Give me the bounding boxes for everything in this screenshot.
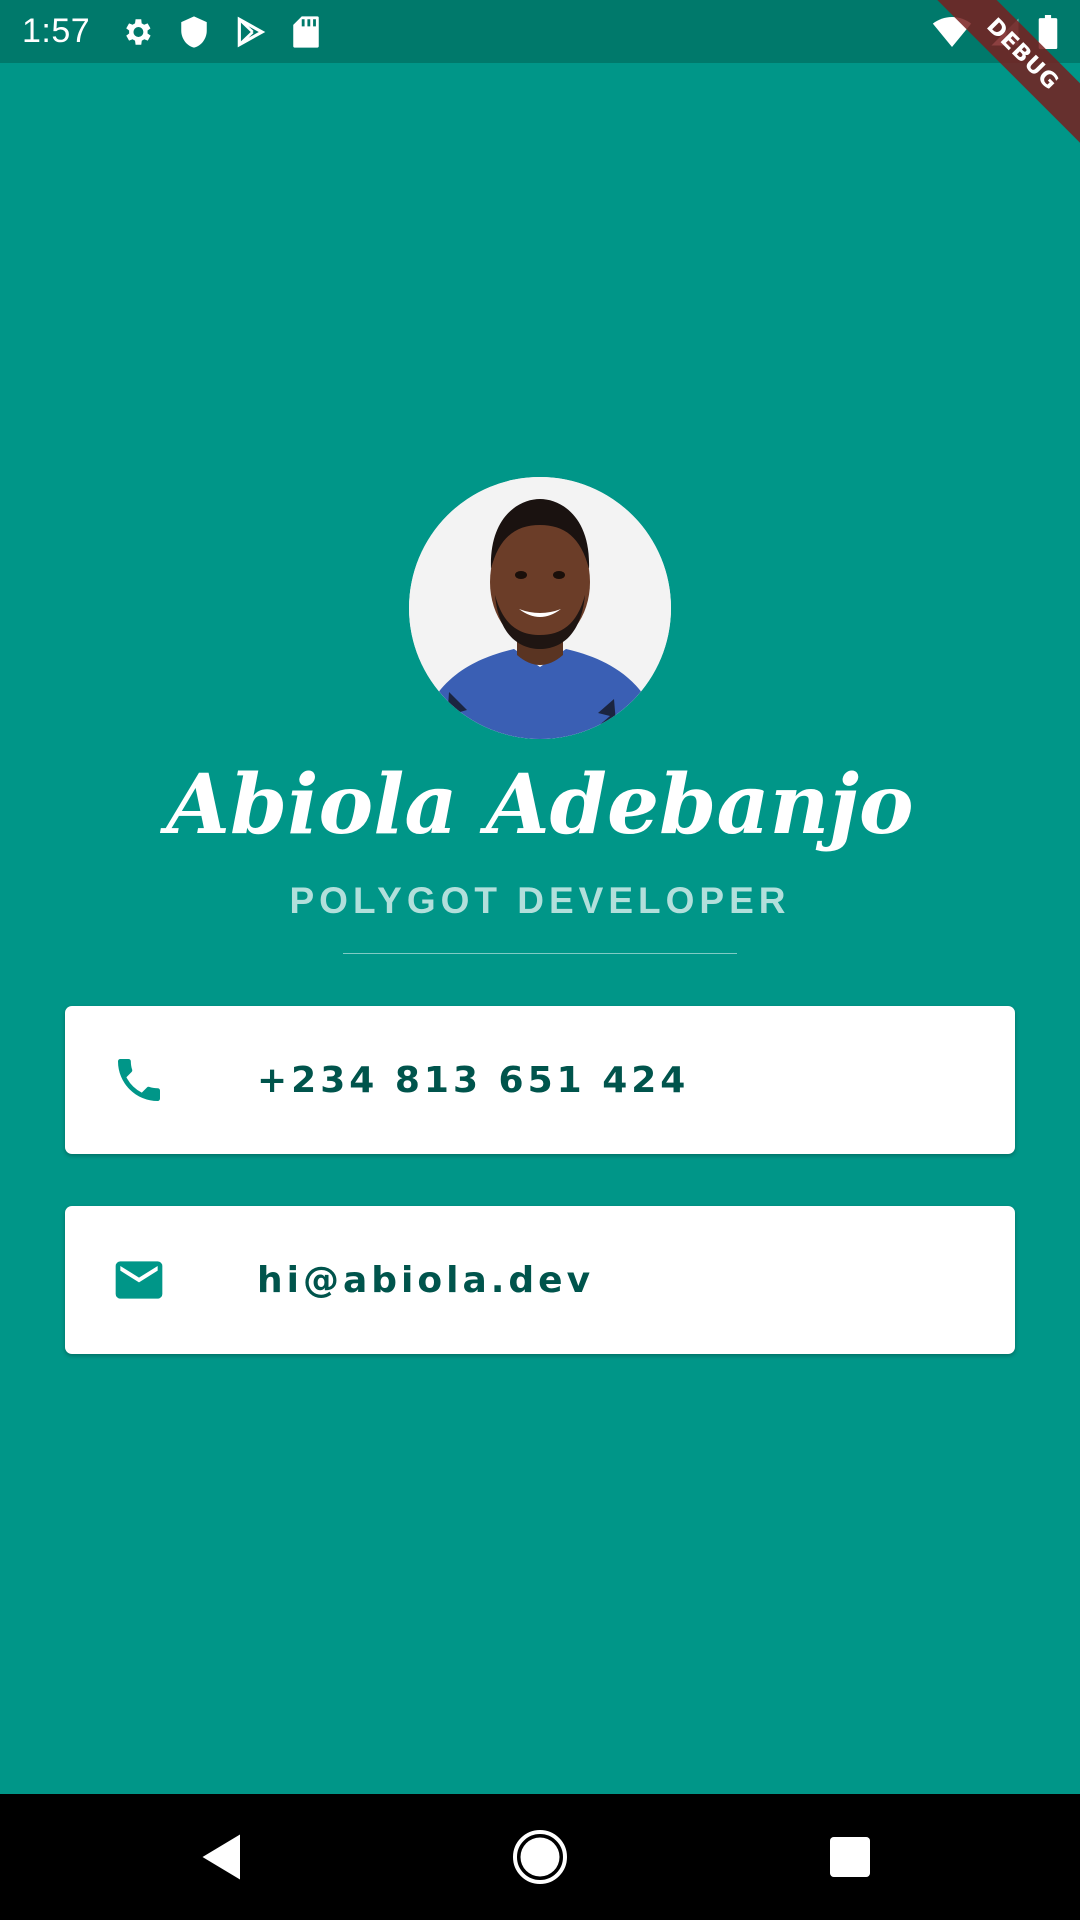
mail-icon — [111, 1252, 167, 1308]
battery-icon — [1038, 14, 1058, 49]
back-icon[interactable] — [195, 1827, 255, 1887]
shield-icon — [179, 15, 209, 49]
email-card[interactable]: hi@abiola.dev — [65, 1206, 1015, 1354]
divider — [343, 953, 737, 954]
recents-icon[interactable] — [820, 1827, 880, 1887]
avatar — [409, 477, 671, 739]
wifi-icon — [932, 16, 972, 48]
settings-icon — [120, 15, 154, 49]
navigation-bar — [0, 1794, 1080, 1920]
profile-title: POLYGOT DEVELOPER — [289, 880, 791, 921]
phone-number: +234 813 651 424 — [257, 1059, 690, 1101]
sd-card-icon — [291, 15, 321, 49]
status-icons-left — [120, 15, 321, 49]
status-icons-right — [932, 0, 1058, 63]
home-icon[interactable] — [510, 1827, 570, 1887]
profile-name: Abiola Adebanjo — [166, 757, 914, 853]
status-time: 1:57 — [22, 12, 91, 50]
email-address: hi@abiola.dev — [257, 1259, 595, 1301]
phone-card[interactable]: +234 813 651 424 — [65, 1006, 1015, 1154]
phone-icon — [111, 1052, 167, 1108]
profile-photo — [409, 477, 671, 739]
play-store-icon — [234, 15, 266, 49]
cellular-signal-icon — [990, 16, 1020, 48]
status-bar: 1:57 — [0, 0, 1080, 63]
